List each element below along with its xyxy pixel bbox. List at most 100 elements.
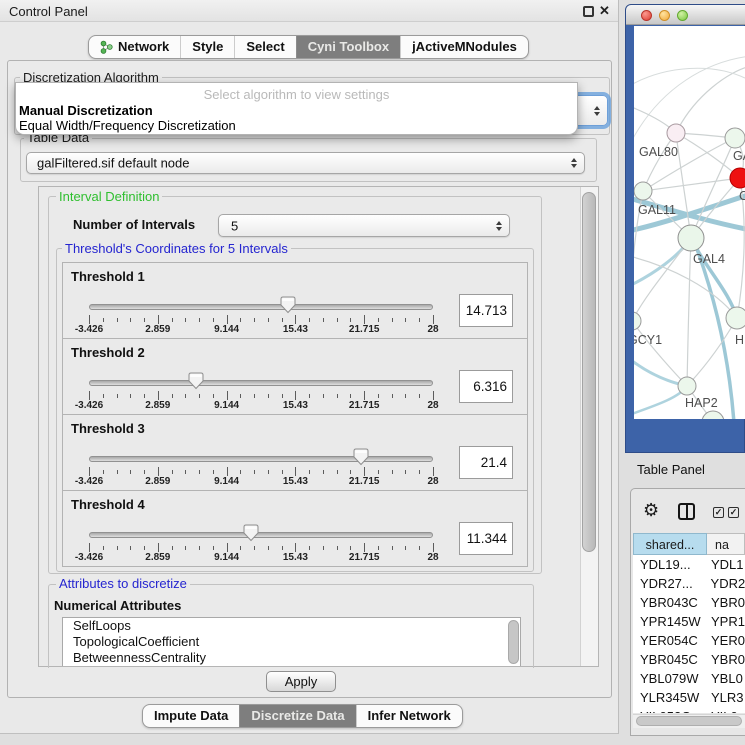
float-window-icon[interactable] <box>583 6 594 17</box>
attribute-list-item[interactable]: SelfLoops <box>63 618 520 634</box>
network-edge[interactable] <box>697 249 734 419</box>
column-header-shared-name[interactable]: shared... <box>633 533 707 555</box>
cell-name[interactable]: YER0 <box>707 631 745 650</box>
close-traffic-light-icon[interactable] <box>641 10 652 21</box>
column-header-name[interactable]: na <box>707 533 745 555</box>
node-gal11[interactable] <box>634 182 652 200</box>
slider-tick <box>199 394 200 398</box>
cell-shared-name[interactable]: YBR043C <box>633 593 707 612</box>
cell-name[interactable]: YLR3 <box>707 688 744 707</box>
node-gal4[interactable] <box>678 225 704 251</box>
number-of-intervals-combobox[interactable]: 5 <box>218 214 510 237</box>
slider-tick <box>295 467 296 476</box>
slider-tick <box>185 470 186 474</box>
slider-tick <box>419 394 420 398</box>
network-canvas[interactable]: GAL80GALCGAL11GAL4GCY1HHAP2 <box>634 26 745 419</box>
gear-icon[interactable]: ⚙ <box>643 500 659 521</box>
table-row[interactable]: YBR045CYBR0 <box>633 650 745 669</box>
tab-discretize-data[interactable]: Discretize Data <box>239 705 355 727</box>
node-gal80[interactable] <box>667 124 685 142</box>
slider-tick <box>268 318 269 322</box>
table-row[interactable]: YDR27...YDR2 <box>633 574 745 593</box>
tab-style[interactable]: Style <box>180 36 234 58</box>
slider-tick <box>433 391 434 400</box>
network-edge[interactable] <box>634 68 745 86</box>
dropdown-item-equal-width-frequency[interactable]: Equal Width/Frequency Discretization <box>19 118 236 133</box>
threshold-1-panel: Threshold 1 -3.4262.8599.14415.4321.7152… <box>62 262 528 339</box>
table-data-combobox[interactable]: galFiltered.sif default node <box>26 152 585 174</box>
slider-tick <box>227 315 228 324</box>
table-row[interactable]: YER054CYER0 <box>633 631 745 650</box>
slider-tick-label: 2.859 <box>145 400 170 411</box>
scrollbar-thumb[interactable] <box>582 192 596 552</box>
network-edge[interactable] <box>643 133 676 191</box>
node-gcy1[interactable] <box>634 312 641 330</box>
zoom-traffic-light-icon[interactable] <box>677 10 688 21</box>
hscrollbar-thumb[interactable] <box>636 716 742 726</box>
cell-name[interactable]: YDR2 <box>707 574 745 593</box>
network-edge[interactable] <box>643 178 740 191</box>
cell-shared-name[interactable]: YDL19... <box>633 555 707 574</box>
apply-button[interactable]: Apply <box>266 671 336 692</box>
control-panel-titlebar[interactable]: Control Panel ✕ <box>0 0 618 22</box>
slider-tick <box>295 315 296 324</box>
node[interactable] <box>726 307 745 329</box>
checkbox-icon[interactable]: ✓ <box>728 507 739 518</box>
slider-tick <box>103 394 104 398</box>
cell-shared-name[interactable]: YDR27... <box>633 574 707 593</box>
dropdown-item-manual-discretization[interactable]: Manual Discretization <box>19 103 153 118</box>
cell-shared-name[interactable]: YBR045C <box>633 650 707 669</box>
cell-name[interactable]: YPR1 <box>707 612 745 631</box>
table-row[interactable]: YLR345WYLR3 <box>633 688 745 707</box>
table-row[interactable]: YDL19...YDL1 <box>633 555 745 574</box>
numerical-attributes-list[interactable]: SelfLoopsTopologicalCoefficientBetweenne… <box>62 617 521 666</box>
cell-name[interactable]: YBR0 <box>707 650 745 669</box>
tab-infer-network[interactable]: Infer Network <box>356 705 462 727</box>
tab-jactivemnodules[interactable]: jActiveMNodules <box>400 36 528 58</box>
threshold-value-field[interactable]: 11.344 <box>459 522 513 555</box>
cell-name[interactable]: YBR0 <box>707 593 745 612</box>
cell-name[interactable]: YDL1 <box>707 555 744 574</box>
threshold-value-field[interactable]: 6.316 <box>459 370 513 403</box>
column-layout-icon[interactable] <box>678 503 695 520</box>
tab-select[interactable]: Select <box>234 36 295 58</box>
table-row[interactable]: YPR145WYPR1 <box>633 612 745 631</box>
threshold-value-field[interactable]: 21.4 <box>459 446 513 479</box>
tab-network[interactable]: Network <box>89 36 180 58</box>
slider-tick <box>158 391 159 400</box>
slider-tick-label: 28 <box>427 552 438 563</box>
table-row[interactable]: YBL079WYBL0 <box>633 669 745 688</box>
slider-tick <box>213 546 214 550</box>
list-scrollbar-thumb[interactable] <box>508 620 519 664</box>
minimize-traffic-light-icon[interactable] <box>659 10 670 21</box>
node-selected[interactable] <box>730 168 745 188</box>
cell-shared-name[interactable]: YLR345W <box>633 688 707 707</box>
dropdown-placeholder-item[interactable]: Select algorithm to view settings <box>16 87 577 102</box>
cell-shared-name[interactable]: YPR145W <box>633 612 707 631</box>
tab-impute-data[interactable]: Impute Data <box>143 705 239 727</box>
attribute-list-item[interactable]: BetweennessCentrality <box>63 650 520 666</box>
cell-name[interactable]: YBL0 <box>707 669 743 688</box>
network-edge[interactable] <box>687 238 691 386</box>
network-window-titlebar[interactable] <box>626 5 745 25</box>
cell-shared-name[interactable]: YER054C <box>633 631 707 650</box>
slider-tick <box>185 394 186 398</box>
network-edge[interactable] <box>676 66 745 133</box>
attribute-list-item[interactable]: TopologicalCoefficient <box>63 634 520 650</box>
close-icon[interactable]: ✕ <box>599 3 610 19</box>
cell-name[interactable]: YIL0 <box>707 707 738 713</box>
node[interactable] <box>725 128 745 148</box>
table-row[interactable]: YIL052CYIL0 <box>633 707 745 713</box>
checkbox-icon[interactable]: ✓ <box>713 507 724 518</box>
table-rows[interactable]: YDL19...YDL1YDR27...YDR2YBR043CYBR0YPR14… <box>633 555 745 713</box>
node-hap2[interactable] <box>678 377 696 395</box>
table-row[interactable]: YBR043CYBR0 <box>633 593 745 612</box>
tab-cyni-toolbox[interactable]: Cyni Toolbox <box>296 36 400 58</box>
slider-tick-label: 21.715 <box>349 324 380 335</box>
cell-shared-name[interactable]: YBL079W <box>633 669 707 688</box>
threshold-value-field[interactable]: 14.713 <box>459 294 513 327</box>
control-panel-window: Control Panel ✕ Network Style <box>0 0 619 734</box>
slider-tick-label: 2.859 <box>145 552 170 563</box>
cell-shared-name[interactable]: YIL052C <box>633 707 707 713</box>
control-panel-tabs: Network Style Select Cyni Toolbox jActiv… <box>88 35 529 59</box>
